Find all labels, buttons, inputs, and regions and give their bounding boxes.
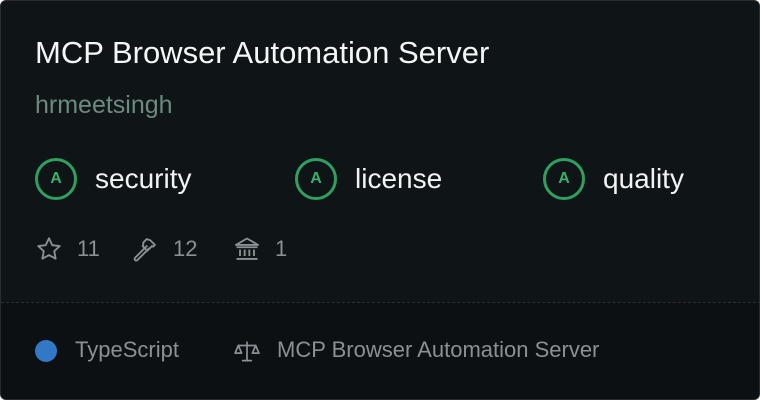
grade-label: security: [95, 163, 192, 194]
grade-label: quality: [603, 163, 684, 194]
resources-count: 1: [275, 236, 288, 261]
scale-icon: [233, 339, 261, 370]
resources-stat: 1: [233, 231, 287, 267]
language-color-dot: [35, 340, 57, 362]
tools-stat: 12: [131, 231, 197, 267]
tools-count: 12: [173, 236, 198, 261]
language-label: TypeScript: [75, 337, 179, 362]
card-title[interactable]: MCP Browser Automation Server: [35, 35, 489, 71]
grade-quality: A quality: [543, 155, 684, 203]
star-icon: [35, 235, 63, 263]
bank-icon: [233, 235, 261, 263]
grade-license: A license: [295, 155, 442, 203]
hammer-icon: [131, 235, 159, 263]
grade-badge: A: [295, 158, 337, 200]
license-label: MCP Browser Automation Server: [277, 337, 600, 362]
stars-count: 11: [77, 236, 100, 261]
author-name[interactable]: hrmeetsingh: [35, 91, 173, 120]
grade-security: A security: [35, 155, 191, 203]
server-card[interactable]: MCP Browser Automation Server hrmeetsing…: [0, 0, 760, 400]
grade-badge: A: [35, 158, 77, 200]
stars-stat: 11: [35, 231, 100, 267]
grade-badge: A: [543, 158, 585, 200]
grade-label: license: [355, 163, 443, 194]
